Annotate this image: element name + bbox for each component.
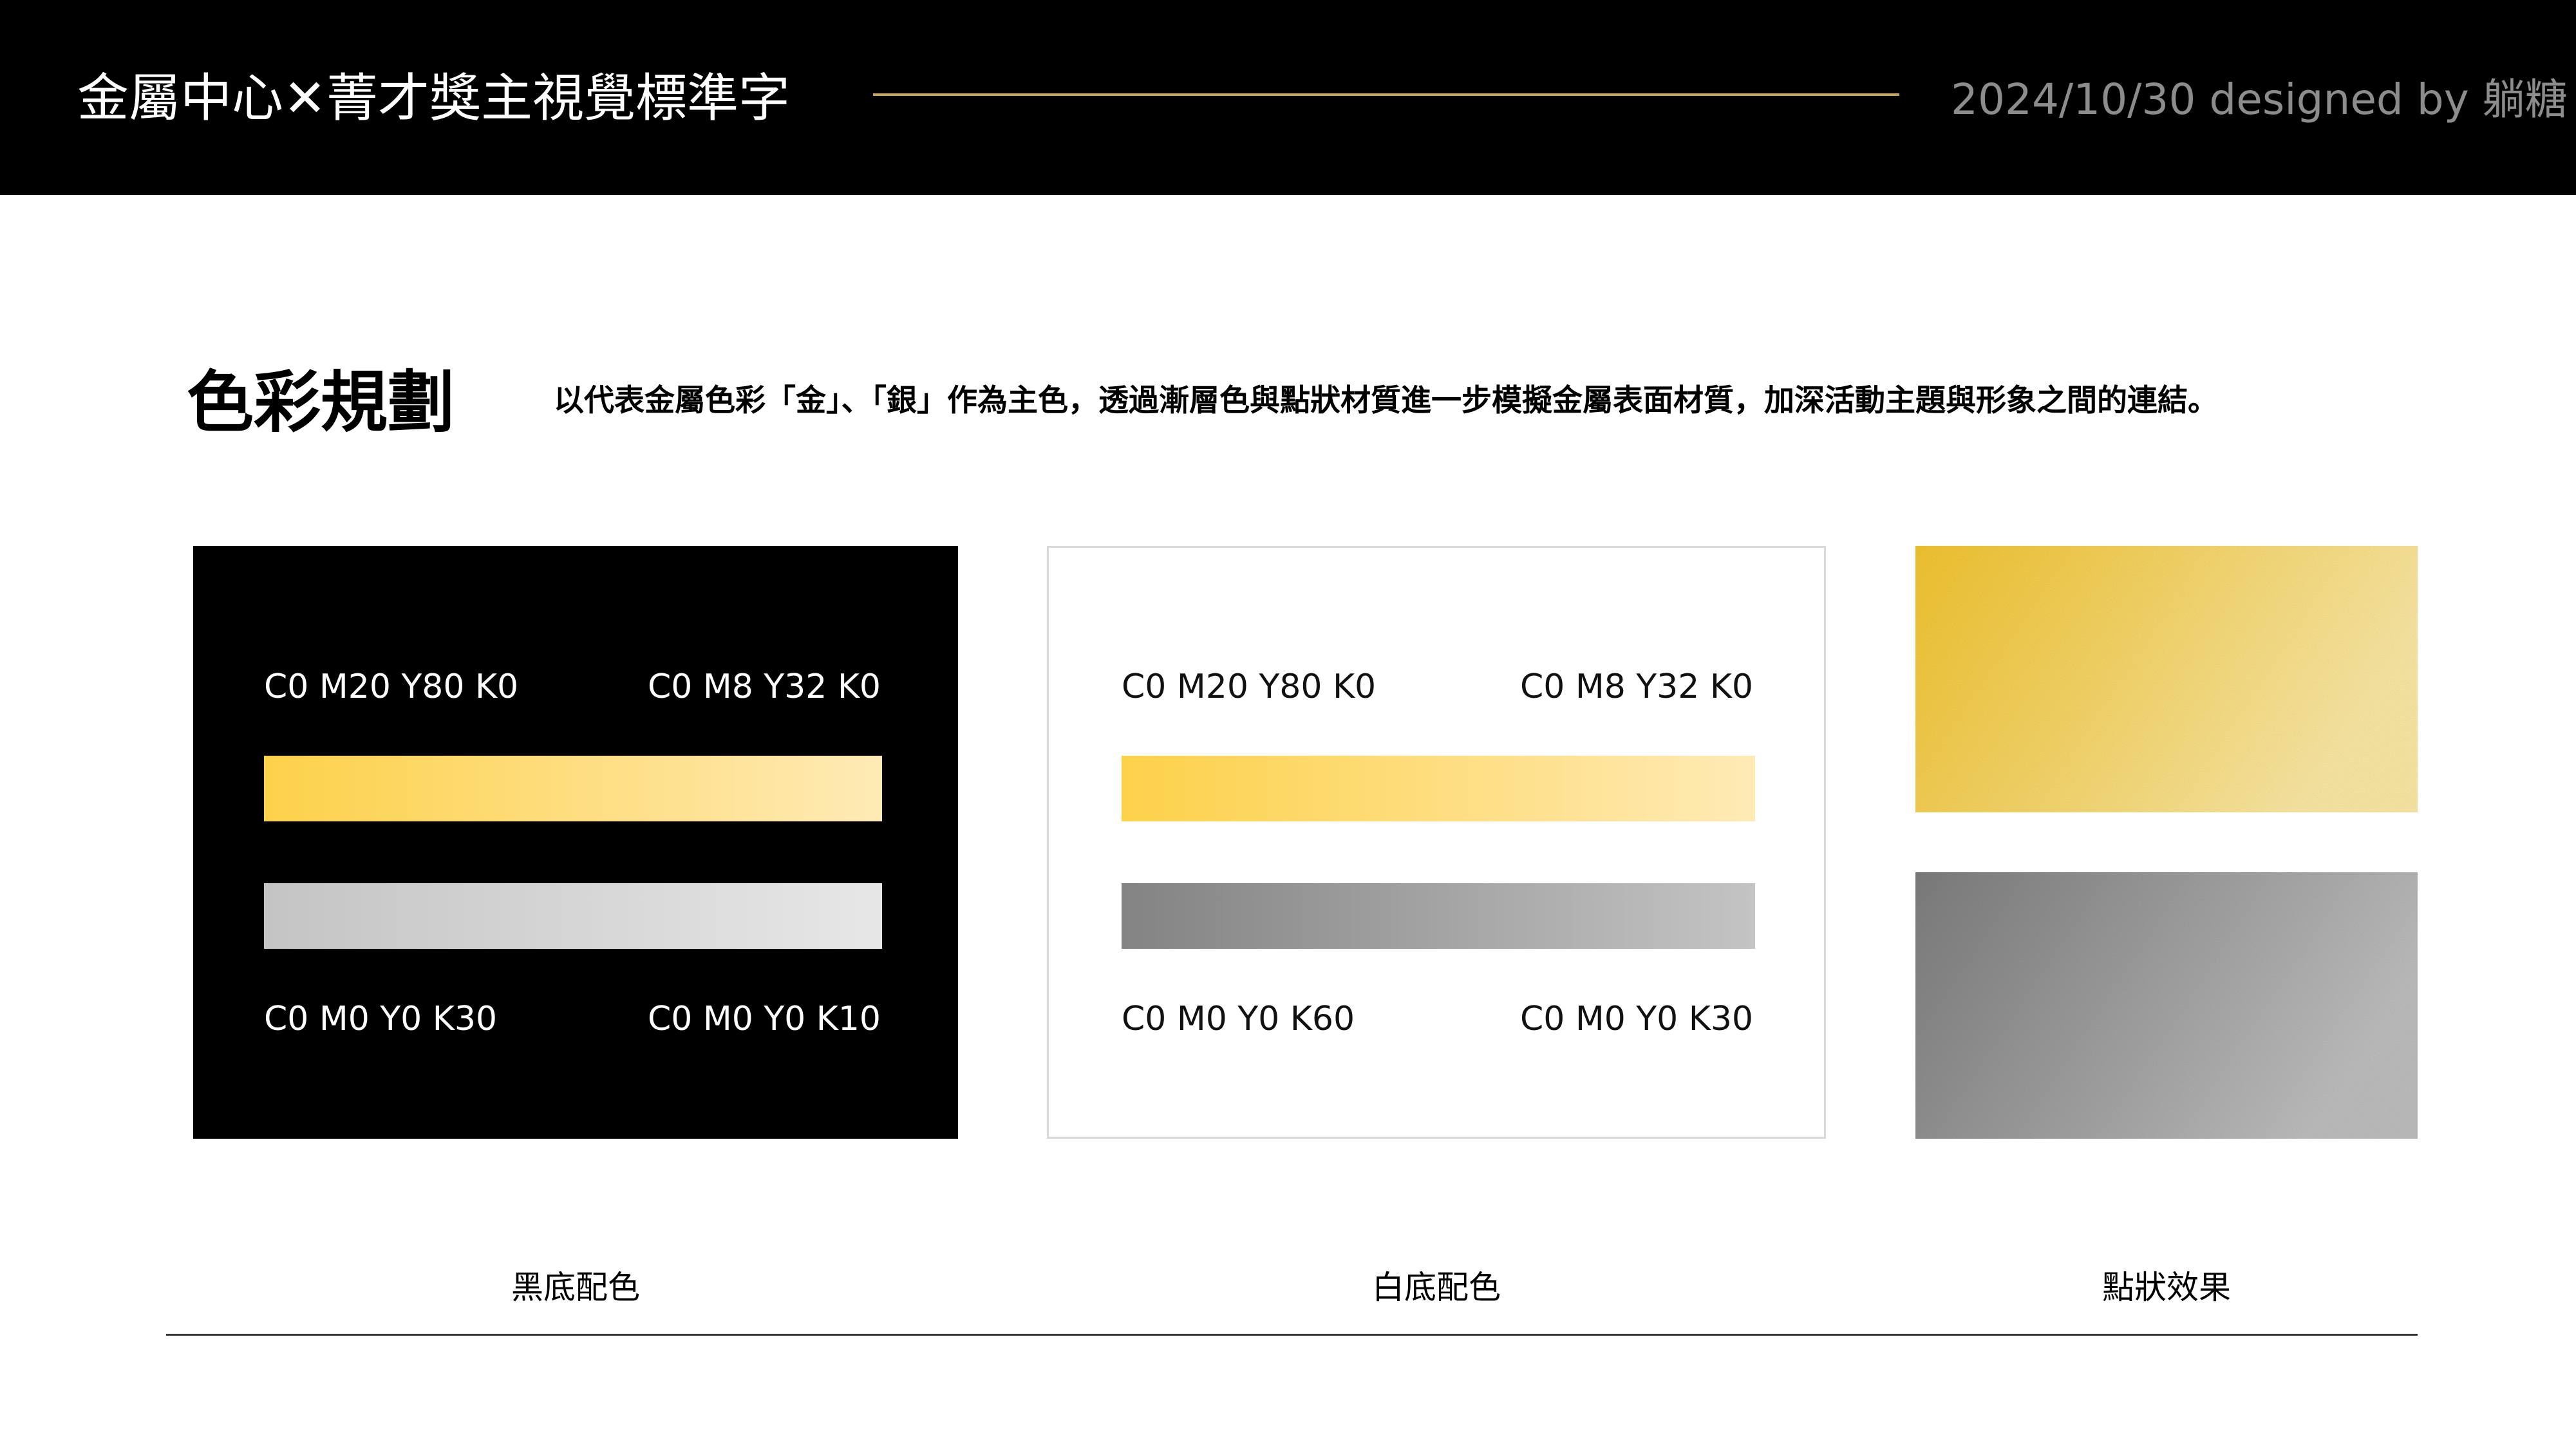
light-background-panel: C0 M20 Y80 K0 C0 M8 Y32 K0 C0 M0 Y0 K60 … <box>1047 546 1826 1139</box>
dark-background-panel: C0 M20 Y80 K0 C0 M8 Y32 K0 C0 M0 Y0 K30 … <box>193 546 958 1139</box>
gold-end-label: C0 M8 Y32 K0 <box>1519 668 1753 706</box>
header-title: 金屬中心✕菁才獎主視覺標準字 <box>77 68 791 128</box>
gold-gradient-bar <box>264 756 882 821</box>
footer-divider <box>166 1334 2418 1336</box>
gold-end-label: C0 M8 Y32 K0 <box>647 668 881 706</box>
light-panel-caption: 白底配色 <box>1372 1269 1501 1306</box>
gold-start-label: C0 M20 Y80 K0 <box>264 668 519 706</box>
header-bar: 金屬中心✕菁才獎主視覺標準字 2024/10/30 designed by 躺糖 <box>0 0 2576 195</box>
silver-end-label: C0 M0 Y0 K30 <box>1519 1000 1753 1038</box>
dark-panel-caption: 黑底配色 <box>511 1269 640 1306</box>
silver-start-label: C0 M0 Y0 K60 <box>1122 1000 1355 1038</box>
gold-start-label: C0 M20 Y80 K0 <box>1122 668 1377 706</box>
texture-caption: 點狀效果 <box>2102 1269 2231 1306</box>
gold-gradient-bar <box>1122 756 1755 821</box>
header-divider <box>873 93 1899 96</box>
header-meta: 2024/10/30 designed by 躺糖 <box>1951 75 2568 124</box>
section-description: 以代表金屬色彩「金」、「銀」作為主色，透過漸層色與點狀材質進一步模擬金屬表面材質… <box>554 383 2218 418</box>
silver-end-label: C0 M0 Y0 K10 <box>647 1000 881 1038</box>
gold-dot-texture-swatch <box>1915 546 2418 812</box>
silver-dot-texture-swatch <box>1915 872 2418 1139</box>
silver-gradient-bar <box>1122 883 1755 949</box>
silver-start-label: C0 M0 Y0 K30 <box>264 1000 498 1038</box>
silver-gradient-bar <box>264 883 882 949</box>
section-title: 色彩規劃 <box>187 363 455 442</box>
